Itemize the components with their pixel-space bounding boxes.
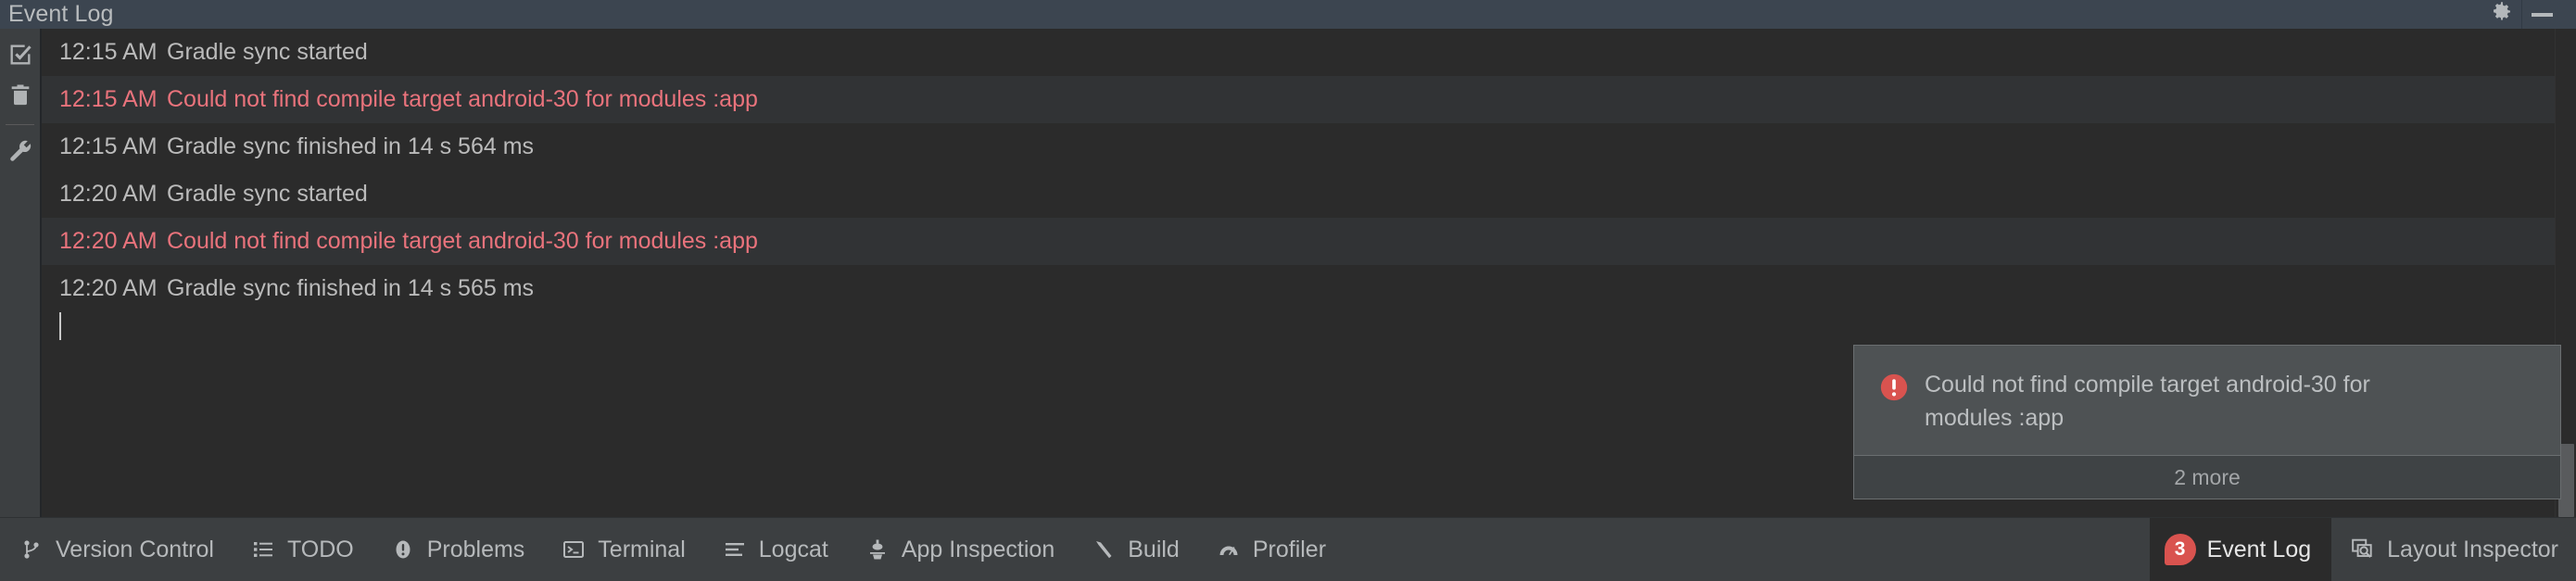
page-title: Event Log bbox=[8, 1, 114, 27]
titlebar: Event Log bbox=[0, 0, 2576, 29]
mark-all-read-button[interactable] bbox=[0, 37, 40, 77]
sidebar-item-label: Layout Inspector bbox=[2387, 536, 2558, 562]
sidebar-item-layout-inspector[interactable]: Layout Inspector bbox=[2337, 526, 2570, 573]
trash-icon bbox=[7, 82, 33, 112]
event-log-window: Event Log 12:15 AM Gradle sync started 1… bbox=[0, 0, 2576, 581]
sidebar-item-label: Logcat bbox=[758, 536, 828, 562]
titlebar-actions bbox=[2482, 0, 2561, 29]
settings-wrench-button[interactable] bbox=[0, 133, 40, 173]
log-caret-row bbox=[42, 312, 2555, 346]
notification-more-button[interactable]: 2 more bbox=[1854, 455, 2560, 499]
log-entry-message: Gradle sync started bbox=[167, 181, 368, 207]
sidebar-item-label: Version Control bbox=[56, 536, 214, 562]
sidebar-item-label: Problems bbox=[426, 536, 525, 562]
sidebar-item-app-inspection[interactable]: App Inspection bbox=[852, 526, 1067, 573]
toolstrip-divider bbox=[6, 124, 34, 125]
sidebar-item-build[interactable]: Build bbox=[1078, 526, 1192, 573]
log-entry[interactable]: 12:20 AM Gradle sync started bbox=[42, 171, 2555, 218]
log-entry-time: 12:15 AM bbox=[59, 133, 158, 159]
sidebar-item-logcat[interactable]: Logcat bbox=[709, 526, 840, 573]
sidebar-item-label: Build bbox=[1128, 536, 1180, 562]
checkbox-checked-icon bbox=[7, 42, 33, 72]
sidebar-item-label: Profiler bbox=[1252, 536, 1327, 562]
log-entry[interactable]: 12:15 AM Gradle sync finished in 14 s 56… bbox=[42, 123, 2555, 171]
minimize-icon bbox=[2531, 12, 2553, 17]
toolstrip bbox=[0, 29, 40, 517]
sidebar-item-todo[interactable]: TODO bbox=[237, 526, 366, 573]
error-circle-icon bbox=[1878, 372, 1910, 408]
notification-more-label: 2 more bbox=[2174, 464, 2241, 489]
sidebar-item-terminal[interactable]: Terminal bbox=[548, 526, 697, 573]
log-entry[interactable]: 12:20 AM Could not find compile target a… bbox=[42, 218, 2555, 265]
profiler-icon bbox=[1215, 536, 1243, 563]
build-hammer-icon bbox=[1090, 536, 1118, 563]
gear-icon bbox=[2490, 0, 2514, 29]
app-inspection-icon bbox=[864, 536, 891, 563]
terminal-icon bbox=[560, 536, 587, 563]
sidebar-item-label: Terminal bbox=[598, 536, 686, 562]
log-entry-time: 12:20 AM bbox=[59, 228, 158, 254]
sidebar-item-event-log[interactable]: 3 Event Log bbox=[2149, 517, 2332, 581]
log-entry-message: Could not find compile target android-30… bbox=[167, 228, 758, 254]
event-log-badge: 3 bbox=[2164, 534, 2196, 565]
log-entry-message: Gradle sync finished in 14 s 564 ms bbox=[167, 133, 535, 159]
todo-list-icon bbox=[249, 536, 277, 563]
sidebar-item-profiler[interactable]: Profiler bbox=[1203, 526, 1338, 573]
sidebar-item-version-control[interactable]: Version Control bbox=[6, 526, 226, 573]
log-entry-time: 12:20 AM bbox=[59, 275, 158, 301]
clear-all-button[interactable] bbox=[0, 77, 40, 117]
notification-message: Could not find compile target android-30… bbox=[1925, 372, 2370, 431]
notification-body: Could not find compile target android-30… bbox=[1854, 346, 2560, 455]
tool-window-bar-left: Version Control TODO Problems Terminal L… bbox=[0, 518, 1344, 581]
problems-icon bbox=[389, 536, 417, 563]
layout-inspector-icon bbox=[2349, 536, 2377, 563]
wrench-icon bbox=[7, 138, 33, 169]
minimize-button[interactable] bbox=[2522, 0, 2561, 29]
notification-balloon[interactable]: Could not find compile target android-30… bbox=[1853, 345, 2561, 499]
settings-button[interactable] bbox=[2482, 0, 2521, 29]
log-entry[interactable]: 12:15 AM Could not find compile target a… bbox=[42, 76, 2555, 123]
sidebar-item-label: Event Log bbox=[2206, 536, 2312, 562]
tool-window-bar: Version Control TODO Problems Terminal L… bbox=[0, 517, 2576, 581]
log-entry-time: 12:15 AM bbox=[59, 39, 158, 65]
log-entry-message: Gradle sync finished in 14 s 565 ms bbox=[167, 275, 535, 301]
text-caret bbox=[59, 312, 61, 340]
tool-window-bar-right: 3 Event Log Layout Inspector bbox=[2149, 517, 2576, 581]
version-control-icon bbox=[18, 536, 45, 563]
log-entry-time: 12:15 AM bbox=[59, 86, 158, 112]
log-entry-message: Could not find compile target android-30… bbox=[167, 86, 758, 112]
logcat-icon bbox=[721, 536, 749, 563]
sidebar-item-label: TODO bbox=[286, 536, 354, 562]
sidebar-item-label: App Inspection bbox=[901, 536, 1055, 562]
log-entry-message: Gradle sync started bbox=[167, 39, 368, 65]
log-entry-time: 12:20 AM bbox=[59, 181, 158, 207]
log-entry[interactable]: 12:20 AM Gradle sync finished in 14 s 56… bbox=[42, 265, 2555, 312]
sidebar-item-problems[interactable]: Problems bbox=[377, 526, 537, 573]
log-entry[interactable]: 12:15 AM Gradle sync started bbox=[42, 29, 2555, 76]
